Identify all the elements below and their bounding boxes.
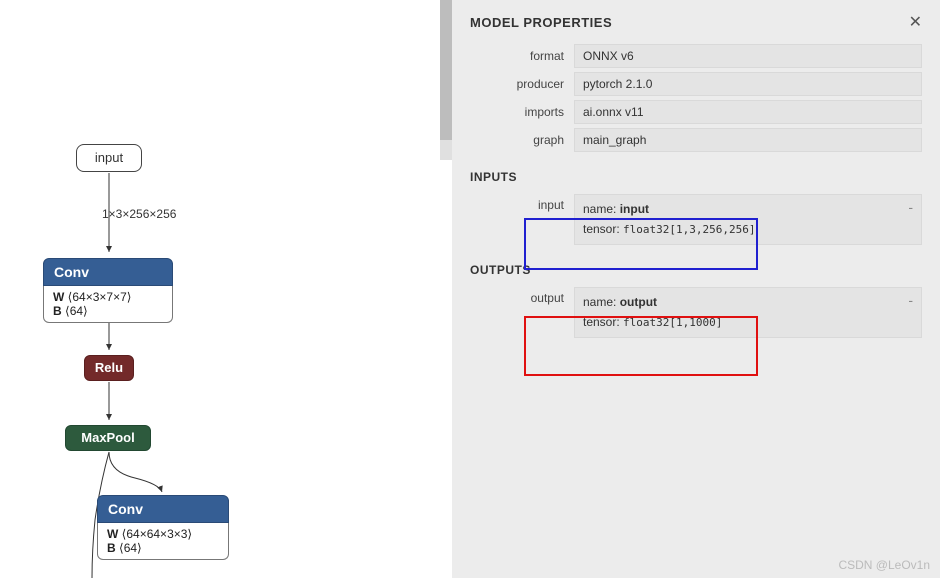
prop-label-imports: imports [470,105,574,119]
node-conv-1[interactable]: Conv W ⟨64×3×7×7⟩ B ⟨64⟩ [43,258,173,323]
graph-canvas[interactable]: input 1×3×256×256 Conv W ⟨64×3×7×7⟩ B ⟨6… [0,0,440,578]
output-entry: output name: output tensor: float32[1,10… [470,287,922,338]
input-box[interactable]: name: input tensor: float32[1,3,256,256]… [574,194,922,245]
prop-row-producer: producer pytorch 2.1.0 [470,72,922,96]
scrollbar-thumb[interactable] [440,0,452,140]
input-entry: input name: input tensor: float32[1,3,25… [470,194,922,245]
prop-row-graph: graph main_graph [470,128,922,152]
prop-value-graph[interactable]: main_graph [574,128,922,152]
watermark: CSDN @LeOv1n [838,558,930,572]
output-collapse-toggle[interactable]: - [908,292,913,308]
prop-value-format[interactable]: ONNX v6 [574,44,922,68]
output-label: output [470,287,574,338]
node-conv-1-header: Conv [43,258,173,286]
node-conv-2-body: W ⟨64×64×3×3⟩ B ⟨64⟩ [97,523,229,560]
input-label: input [470,194,574,245]
prop-row-imports: imports ai.onnx v11 [470,100,922,124]
prop-row-format: format ONNX v6 [470,44,922,68]
prop-value-imports[interactable]: ai.onnx v11 [574,100,922,124]
node-conv-1-body: W ⟨64×3×7×7⟩ B ⟨64⟩ [43,286,173,323]
edge-shape-label: 1×3×256×256 [102,207,176,221]
output-box[interactable]: name: output tensor: float32[1,1000] - [574,287,922,338]
prop-label-format: format [470,49,574,63]
node-relu[interactable]: Relu [84,355,134,381]
prop-label-producer: producer [470,77,574,91]
node-input-label: input [95,150,123,165]
node-maxpool[interactable]: MaxPool [65,425,151,451]
prop-value-producer[interactable]: pytorch 2.1.0 [574,72,922,96]
node-conv-2-header: Conv [97,495,229,523]
prop-label-graph: graph [470,133,574,147]
close-icon[interactable]: ✕ [909,12,922,32]
node-input[interactable]: input [76,144,142,172]
outputs-section-title: OUTPUTS [470,263,922,277]
properties-panel: MODEL PROPERTIES ✕ format ONNX v6 produc… [452,0,940,578]
node-conv-2[interactable]: Conv W ⟨64×64×3×3⟩ B ⟨64⟩ [97,495,229,560]
inputs-section-title: INPUTS [470,170,922,184]
input-collapse-toggle[interactable]: - [908,199,913,215]
panel-title: MODEL PROPERTIES [470,15,612,30]
